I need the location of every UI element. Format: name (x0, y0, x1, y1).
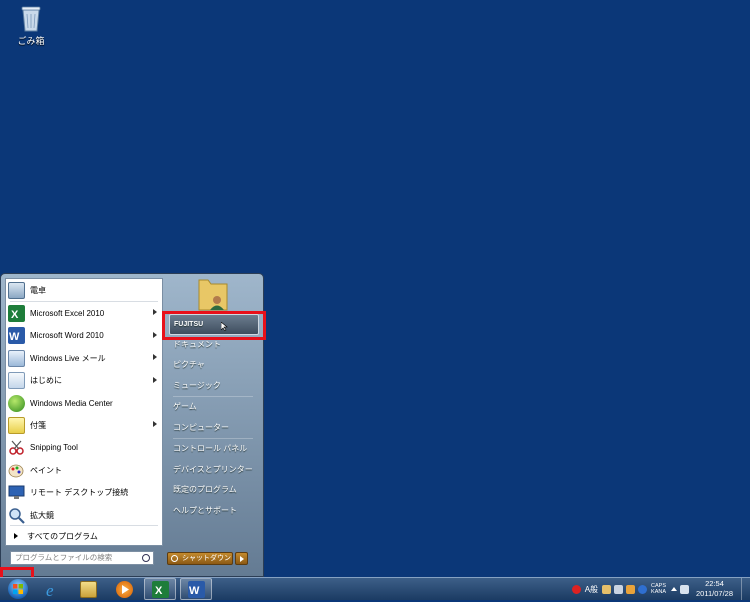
place-devices-printers[interactable]: デバイスとプリンター (165, 460, 261, 481)
submenu-arrow-icon (153, 354, 157, 361)
program-label: Microsoft Word 2010 (30, 331, 104, 341)
place-default-programs[interactable]: 既定のプログラム (165, 480, 261, 501)
word-icon: W (187, 580, 205, 598)
svg-text:X: X (155, 585, 163, 597)
ime-settings-icon[interactable] (625, 584, 635, 594)
volume-icon[interactable] (679, 584, 689, 594)
excel-icon: X (8, 305, 25, 323)
ime-mode-indicator[interactable]: A般 (585, 584, 598, 595)
word-icon: W (8, 327, 25, 345)
submenu-arrow-icon (153, 331, 157, 338)
submenu-arrow-icon (153, 376, 157, 383)
taskbar: e X W A般 CAPS KANA 22:54 2011/07/28 (0, 577, 750, 600)
all-programs-label: すべてのプログラム (27, 531, 98, 541)
svg-text:W: W (189, 585, 200, 597)
svg-text:W: W (9, 331, 20, 343)
program-list: 電卓 X Microsoft Excel 2010 W Microsoft Wo… (6, 279, 162, 526)
media-player-icon (115, 580, 133, 598)
search-placeholder: プログラムとファイルの検索 (15, 553, 113, 562)
program-item-excel[interactable]: X Microsoft Excel 2010 (6, 302, 162, 324)
taskbar-word[interactable]: W (180, 578, 212, 600)
submenu-arrow-icon (153, 421, 157, 428)
expand-arrow-icon (14, 533, 18, 539)
program-label: 電卓 (30, 285, 46, 295)
kana-label: KANA (651, 589, 667, 595)
program-label: はじめに (30, 376, 62, 386)
program-item-media-center[interactable]: Windows Media Center (6, 392, 162, 414)
paint-icon (8, 462, 25, 479)
caps-kana-indicator: CAPS KANA (651, 583, 666, 595)
show-desktop-button[interactable] (741, 578, 750, 600)
program-item-paint[interactable]: ペイント (6, 459, 162, 481)
magnifier-icon (8, 507, 25, 524)
place-computer[interactable]: コンピューター (165, 418, 261, 439)
search-icon (142, 554, 150, 562)
program-label: 拡大鏡 (30, 510, 54, 520)
program-item-live-mail[interactable]: Windows Live メール (6, 347, 162, 369)
all-programs-button[interactable]: すべてのプログラム (6, 528, 162, 544)
recycle-bin[interactable]: ごみ箱 (14, 4, 48, 47)
program-label: Snipping Tool (30, 443, 78, 453)
excel-icon: X (151, 580, 169, 598)
program-item-getting-started[interactable]: はじめに (6, 370, 162, 392)
recycle-bin-icon (20, 4, 42, 32)
internet-explorer-icon: e (44, 581, 61, 600)
taskbar-internet-explorer[interactable]: e (36, 578, 68, 600)
ime-dictionary-icon[interactable] (613, 584, 623, 594)
program-item-sticky-notes[interactable]: 付箋 (6, 414, 162, 436)
taskbar-media-player[interactable] (108, 578, 140, 600)
file-explorer-icon (79, 580, 97, 598)
taskbar-file-explorer[interactable] (72, 578, 104, 600)
user-picture-icon[interactable] (195, 276, 231, 312)
taskbar-excel[interactable]: X (144, 578, 176, 600)
recycle-bin-label: ごみ箱 (17, 36, 45, 46)
system-tray: A般 CAPS KANA 22:54 2011/07/28 (571, 578, 750, 600)
mail-icon (8, 349, 25, 367)
shutdown-options-button[interactable] (235, 552, 248, 565)
start-button[interactable] (2, 578, 34, 600)
ime-help-icon[interactable] (637, 584, 647, 594)
clock-date: 2011/07/28 (696, 589, 733, 598)
windows-logo-icon (8, 579, 28, 599)
calculator-icon (8, 281, 25, 299)
remote-desktop-icon (8, 484, 25, 501)
clock[interactable]: 22:54 2011/07/28 (696, 579, 733, 599)
program-item-calculator[interactable]: 電卓 (6, 279, 162, 301)
program-item-word[interactable]: W Microsoft Word 2010 (6, 325, 162, 347)
media-center-icon (8, 394, 25, 412)
shutdown-button[interactable]: シャットダウン (167, 552, 233, 565)
program-label: Windows Media Center (30, 398, 113, 408)
ime-pad-icon[interactable] (572, 584, 582, 594)
ime-tools-icon[interactable] (601, 584, 611, 594)
shutdown-label: シャットダウン (182, 555, 231, 562)
sticky-notes-icon (8, 417, 25, 435)
program-label: リモート デスクトップ接続 (30, 488, 129, 498)
place-games[interactable]: ゲーム (165, 397, 261, 418)
program-item-remote-desktop[interactable]: リモート デスクトップ接続 (6, 482, 162, 504)
getting-started-icon (8, 372, 25, 390)
submenu-arrow-icon (153, 309, 157, 316)
clock-time: 22:54 (705, 579, 724, 588)
place-music[interactable]: ミュージック (165, 376, 261, 397)
power-icon (171, 555, 178, 562)
divider (10, 525, 158, 526)
start-menu-places-list: FUJITSU ドキュメント ピクチャ ミュージック ゲーム コンピューター コ… (165, 314, 261, 521)
place-control-panel[interactable]: コントロール パネル (165, 439, 261, 460)
start-menu-programs-pane: 電卓 X Microsoft Excel 2010 W Microsoft Wo… (5, 278, 163, 546)
place-pictures[interactable]: ピクチャ (165, 355, 261, 376)
place-help-support[interactable]: ヘルプとサポート (165, 501, 261, 522)
program-item-snipping-tool[interactable]: Snipping Tool (6, 437, 162, 459)
svg-text:X: X (11, 309, 19, 321)
highlight-user-folder (162, 311, 266, 340)
svg-text:e: e (46, 581, 54, 598)
program-label: Windows Live メール (30, 353, 106, 363)
snipping-tool-icon (8, 439, 25, 456)
show-hidden-icons-icon[interactable] (670, 587, 677, 591)
program-item-magnifier[interactable]: 拡大鏡 (6, 504, 162, 526)
program-label: ペイント (30, 465, 62, 475)
start-search-input[interactable]: プログラムとファイルの検索 (10, 551, 154, 565)
program-label: Microsoft Excel 2010 (30, 309, 105, 319)
program-label: 付箋 (30, 421, 46, 431)
